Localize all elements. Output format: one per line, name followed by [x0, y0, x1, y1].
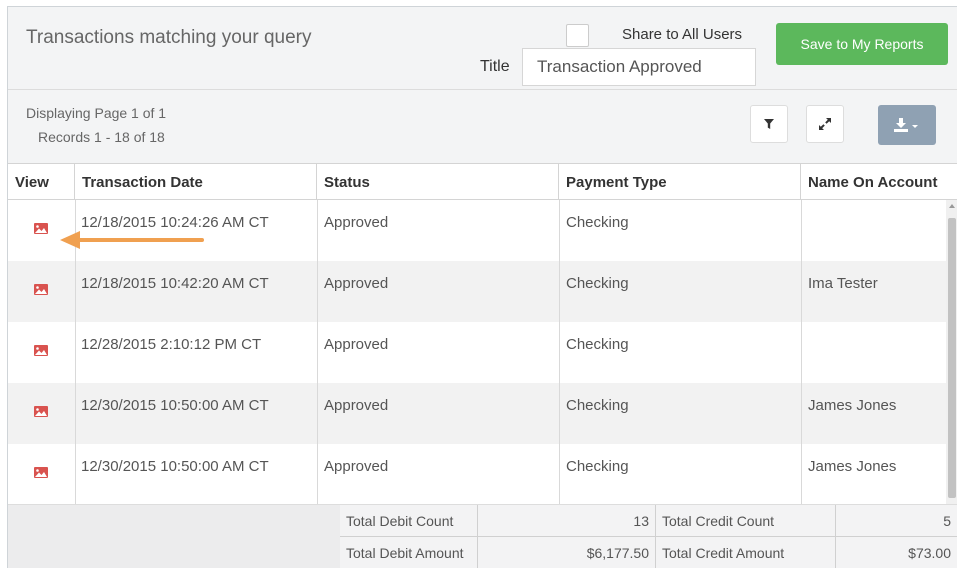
column-divider [801, 200, 802, 504]
status: Approved [324, 275, 389, 292]
save-to-reports-button[interactable]: Save to My Reports [776, 23, 948, 65]
transaction-date: 12/30/2015 10:50:00 AM CT [81, 458, 269, 475]
title-label: Title [480, 58, 510, 75]
view-image-icon[interactable] [34, 406, 48, 417]
expand-button[interactable] [806, 105, 844, 143]
scroll-up-arrow-icon[interactable] [949, 204, 955, 208]
divider [8, 89, 957, 90]
transaction-date: 12/30/2015 10:50:00 AM CT [81, 397, 269, 414]
scrollbar-thumb[interactable] [948, 218, 956, 498]
transaction-date: 12/28/2015 2:10:12 PM CT [81, 336, 262, 353]
view-image-icon[interactable] [34, 284, 48, 295]
status: Approved [324, 458, 389, 475]
transaction-date: 12/18/2015 10:42:20 AM CT [81, 275, 269, 292]
share-label: Share to All Users [622, 26, 743, 43]
view-image-icon[interactable] [34, 345, 48, 356]
name-on-account: James Jones [808, 458, 897, 475]
name-on-account: James Jones [808, 397, 897, 414]
name-on-account: Ima Tester [808, 275, 878, 292]
credit-amount-label: Total Credit Amount [656, 537, 836, 568]
column-divider [559, 200, 560, 504]
vertical-scrollbar[interactable] [946, 200, 957, 504]
filter-icon [764, 119, 774, 129]
column-header-transaction-date[interactable]: Transaction Date [75, 163, 317, 200]
credit-count-label: Total Credit Count [656, 505, 836, 537]
status: Approved [324, 336, 389, 353]
column-divider [317, 200, 318, 504]
payment-type: Checking [566, 458, 629, 475]
column-header-name-on-account[interactable]: Name On Account [801, 163, 957, 200]
table-row: 12/18/2015 10:42:20 AM CT Approved Check… [8, 261, 946, 322]
annotation-arrow-icon [60, 231, 204, 249]
debit-count-value: 13 [478, 505, 656, 537]
table-row: 12/30/2015 10:50:00 AM CT Approved Check… [8, 444, 946, 504]
page-info: Displaying Page 1 of 1 [26, 105, 167, 121]
filter-button[interactable] [750, 105, 788, 143]
table-row: 12/28/2015 2:10:12 PM CT Approved Checki… [8, 322, 946, 383]
download-button[interactable] [878, 105, 936, 145]
table-row: 12/30/2015 10:50:00 AM CT Approved Check… [8, 383, 946, 444]
payment-type: Checking [566, 397, 629, 414]
status: Approved [324, 397, 389, 414]
title-input[interactable] [522, 48, 756, 86]
payment-type: Checking [566, 275, 629, 292]
column-header-payment-type[interactable]: Payment Type [559, 163, 801, 200]
debit-amount-value: $6,177.50 [478, 537, 656, 568]
view-image-icon[interactable] [34, 467, 48, 478]
payment-type: Checking [566, 336, 629, 353]
report-panel: Transactions matching your query Share t… [7, 6, 957, 568]
status: Approved [324, 214, 389, 231]
view-image-icon[interactable] [34, 223, 48, 234]
debit-amount-label: Total Debit Amount [340, 537, 478, 568]
share-checkbox[interactable] [566, 24, 589, 47]
credit-count-value: 5 [836, 505, 957, 537]
page-title: Transactions matching your query [26, 27, 312, 48]
expand-icon [819, 118, 831, 130]
column-header-view[interactable]: View [8, 163, 75, 200]
debit-count-label: Total Debit Count [340, 505, 478, 537]
payment-type: Checking [566, 214, 629, 231]
records-info: Records 1 - 18 of 18 [38, 129, 165, 145]
totals-footer: Total Debit Count 13 Total Credit Count … [8, 504, 957, 568]
report-header: Transactions matching your query Share t… [8, 7, 957, 89]
chevron-down-icon [912, 125, 918, 128]
column-header-status[interactable]: Status [317, 163, 559, 200]
download-icon [894, 118, 918, 132]
credit-amount-value: $73.00 [836, 537, 957, 568]
